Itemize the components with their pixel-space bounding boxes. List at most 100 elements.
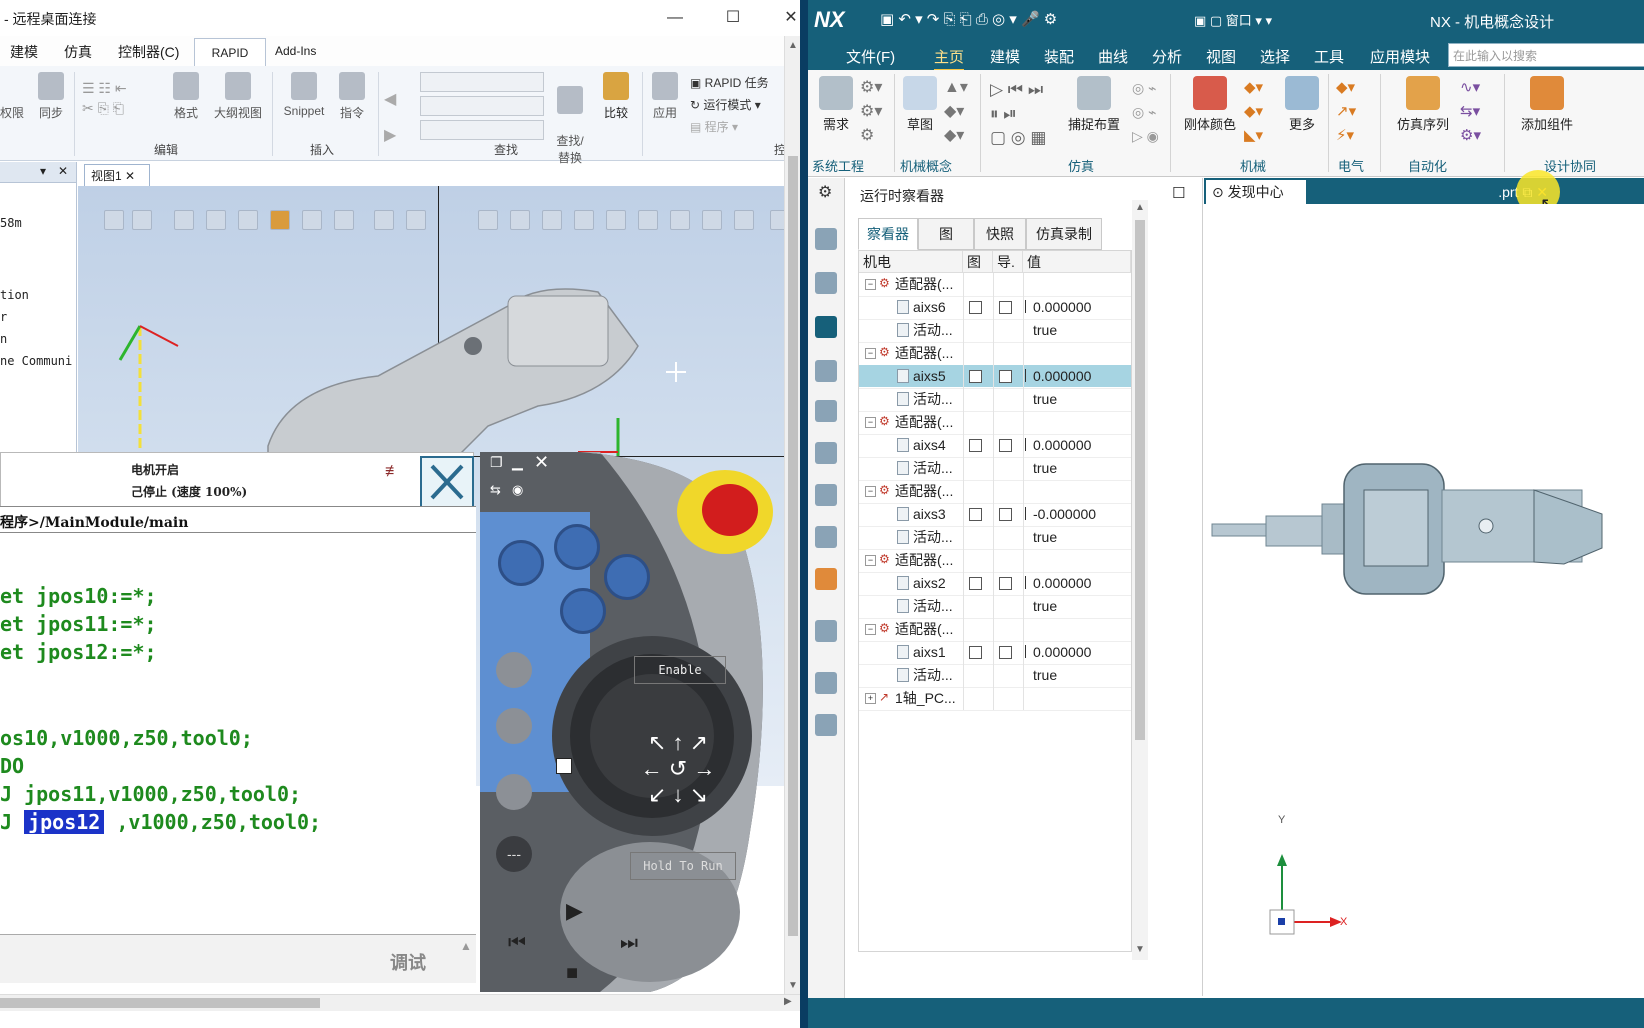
table-row[interactable]: aixs5 0.000000 [859,365,1131,389]
tab-addins[interactable]: Add-Ins [275,44,316,58]
code-line-current[interactable]: J jpos12 ,v1000,z50,tool0; [0,810,321,834]
step-forward-icon[interactable]: ⏭ [620,932,638,955]
group-mechanical[interactable]: 机械 [1240,156,1266,175]
expand-up-icon[interactable]: ▲ [460,939,472,953]
minimize-icon[interactable]: ▁ [512,454,523,471]
graph-checkbox[interactable] [969,301,982,314]
add-component-button[interactable]: 添加组件 [1512,76,1582,133]
table-row[interactable]: aixs4 0.000000 [859,434,1131,458]
gear-icon[interactable]: ⚙ [818,182,832,202]
collapse-icon[interactable]: − [865,279,876,290]
menu-tools[interactable]: 工具 [1314,46,1344,67]
table-row[interactable]: − ⚙ 适配器(... [859,549,1131,573]
code-line[interactable]: et jpos10:=*; [0,584,157,608]
expand-icon[interactable]: + [865,693,876,704]
menu-file[interactable]: 文件(F) [846,46,895,67]
row-value[interactable]: true [1029,664,1131,686]
row-name-cell[interactable]: − ⚙ 适配器(... [859,480,963,502]
scroll-up-icon[interactable]: ▲ [1135,202,1145,213]
tab-graph[interactable]: 图 [918,218,974,250]
table-row[interactable]: 活动... true [859,319,1131,343]
apply-button[interactable]: 应用 [648,72,682,121]
export-checkbox[interactable] [999,577,1012,590]
tab-view1[interactable]: 视图1 ✕ [84,164,150,186]
pendant-mech-key[interactable] [496,652,532,688]
simulation-control-icons[interactable]: ▷ ⏮ ⏭ ⏸ ⏯ ▢ ◎ ▦ [990,78,1054,148]
format-button[interactable]: 格式 [168,72,204,121]
window-menu[interactable]: ▣ ▢ 窗口 ▾ ▾ [1194,10,1272,29]
menu-applications[interactable]: 应用模块 [1370,46,1430,67]
sketch-button[interactable]: 草图 [900,76,940,133]
scroll-thumb[interactable] [788,156,798,936]
swap-icon[interactable]: ⇆ [490,482,501,498]
pendant-dash-key[interactable]: --- [496,836,532,872]
runtime-viewer-icon[interactable] [815,316,837,338]
row-value[interactable] [1029,273,1131,295]
collapse-icon[interactable]: − [865,417,876,428]
tab-controller[interactable]: 控制器(C) [118,42,179,62]
watcher-scrollbar[interactable]: ▲ ▼ [1132,200,1148,960]
code-line[interactable]: et jpos12:=*; [0,640,157,664]
horizontal-scrollbar[interactable]: ▶ [0,994,800,1011]
row-name-cell[interactable]: aixs3 [859,503,963,525]
row-value[interactable]: 0.000000 [1029,572,1131,594]
row-value[interactable] [1029,549,1131,571]
stop-icon[interactable]: ■ [566,962,578,985]
scroll-right-icon[interactable]: ▶ [784,996,792,1007]
row-value[interactable]: true [1029,595,1131,617]
collapse-icon[interactable]: − [865,348,876,359]
rigid-color-button[interactable]: 刚体颜色 [1180,76,1240,133]
row-value[interactable]: 0.000000 [1029,434,1131,456]
snippet-button[interactable]: Snippet [276,72,332,118]
graph-checkbox[interactable] [969,646,982,659]
table-row[interactable]: aixs6 0.000000 [859,296,1131,320]
panel-pin-icon[interactable]: ▾ [40,164,46,178]
pendant-close-button[interactable] [420,456,474,508]
export-checkbox[interactable] [999,439,1012,452]
pendant-key-3[interactable] [604,554,650,600]
export-checkbox[interactable] [999,370,1012,383]
tools-icon[interactable] [815,714,837,736]
tab-modeling[interactable]: 建模 [10,42,38,62]
menu-view[interactable]: 视图 [1206,46,1236,67]
table-row[interactable]: − ⚙ 适配器(... [859,480,1131,504]
simulation-extra-icons[interactable]: ◎ ⌁ ◎ ⌁ ▷ ◉ [1132,76,1162,146]
quick-access-icons[interactable]: ▣ ↶ ▾ ↷ ⎘ ⎗ ⎙ ◎ ▾ 🎤 ⚙ [880,10,1057,28]
column-header-graph[interactable]: 图 [963,251,993,273]
constraint-navigator-icon[interactable] [815,442,837,464]
row-name-cell[interactable]: aixs1 [859,641,963,663]
row-value[interactable]: true [1029,319,1131,341]
row-name-cell[interactable]: − ⚙ 适配器(... [859,273,963,295]
row-name-cell[interactable]: − ⚙ 适配器(... [859,549,963,571]
row-name-cell[interactable]: aixs5 [859,365,963,387]
code-line[interactable]: et jpos11:=*; [0,612,157,636]
graph-checkbox[interactable] [969,370,982,383]
tab-sim-record[interactable]: 仿真录制 [1026,218,1102,250]
collapse-icon[interactable]: − [865,624,876,635]
menu-select[interactable]: 选择 [1260,46,1290,67]
pendant-key-4[interactable] [560,588,606,634]
group-automation[interactable]: 自动化 [1408,156,1447,175]
rapid-code-editor[interactable] [0,506,476,935]
sim-sequence-button[interactable]: 仿真序列 [1388,76,1458,133]
row-value[interactable] [1029,411,1131,433]
code-line[interactable]: os10,v1000,z50,tool0; [0,726,253,750]
mechanical-icons[interactable]: ◆▾ ◆▾ ◣▾ [1244,76,1278,146]
row-value[interactable] [1029,342,1131,364]
permission-button[interactable]: 权限 [0,104,24,121]
more-button[interactable]: 更多 [1284,76,1320,133]
export-checkbox[interactable] [999,646,1012,659]
tab-viewer[interactable]: 察看器 [858,218,918,250]
minimize-button[interactable]: — [652,4,698,32]
table-row[interactable]: + ↗ 1轴_PC... [859,687,1131,711]
row-name-cell[interactable]: aixs2 [859,572,963,594]
table-row[interactable]: 活动... true [859,595,1131,619]
automation-icons[interactable]: ∿▾ ⇆▾ ⚙▾ [1460,76,1494,146]
mech-concept-icons[interactable]: ▲▾ ◆▾ ◆▾ [944,76,974,146]
row-name-cell[interactable]: 活动... [859,319,963,341]
row-name-cell[interactable]: 活动... [859,388,963,410]
physics-navigator-icon[interactable] [815,400,837,422]
play-icon[interactable]: ▶ [566,898,583,924]
table-row[interactable]: 活动... true [859,388,1131,412]
column-header-mechatronics[interactable]: 机电 [859,251,963,273]
